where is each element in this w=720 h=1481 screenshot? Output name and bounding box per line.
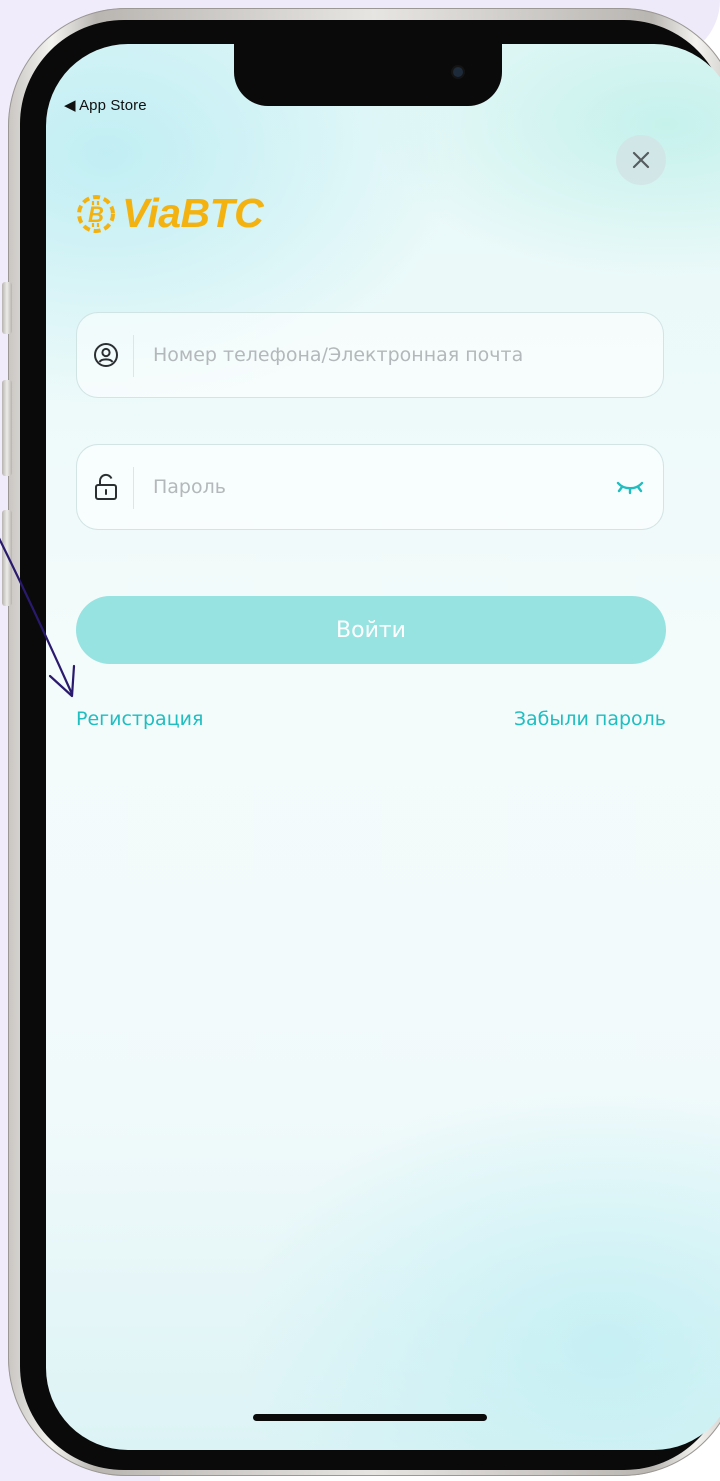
phone-notch xyxy=(234,44,502,106)
screenshot-canvas: ◀ App Store B ViaBTC Номер телефона/Элек… xyxy=(0,0,720,1481)
camera-icon xyxy=(453,67,463,77)
back-to-app-store[interactable]: ◀ App Store xyxy=(64,96,147,114)
home-indicator xyxy=(253,1414,487,1421)
user-icon xyxy=(89,338,123,372)
app-screen: ◀ App Store B ViaBTC Номер телефона/Элек… xyxy=(46,44,720,1450)
login-field[interactable] xyxy=(76,312,664,398)
eye-closed-icon[interactable] xyxy=(613,475,647,499)
field-divider xyxy=(133,467,134,509)
password-field[interactable] xyxy=(76,444,664,530)
close-button[interactable] xyxy=(616,135,666,185)
register-link[interactable]: Регистрация xyxy=(76,708,203,730)
svg-text:B: B xyxy=(88,202,104,227)
bitcoin-logo-icon: B xyxy=(77,194,115,233)
forgot-password-link[interactable]: Забыли пароль xyxy=(514,708,666,730)
phone-side-button xyxy=(2,510,12,606)
password-input[interactable] xyxy=(153,445,573,529)
phone-side-button xyxy=(2,380,12,476)
lock-icon xyxy=(89,470,123,504)
brand-name: ViaBTC xyxy=(122,190,264,236)
phone-side-button xyxy=(2,282,12,334)
app-logo: B ViaBTC xyxy=(74,190,264,237)
phone-email-input[interactable] xyxy=(153,313,573,397)
login-button[interactable]: Войти xyxy=(76,596,666,664)
close-icon xyxy=(632,151,650,169)
field-divider xyxy=(133,335,134,377)
